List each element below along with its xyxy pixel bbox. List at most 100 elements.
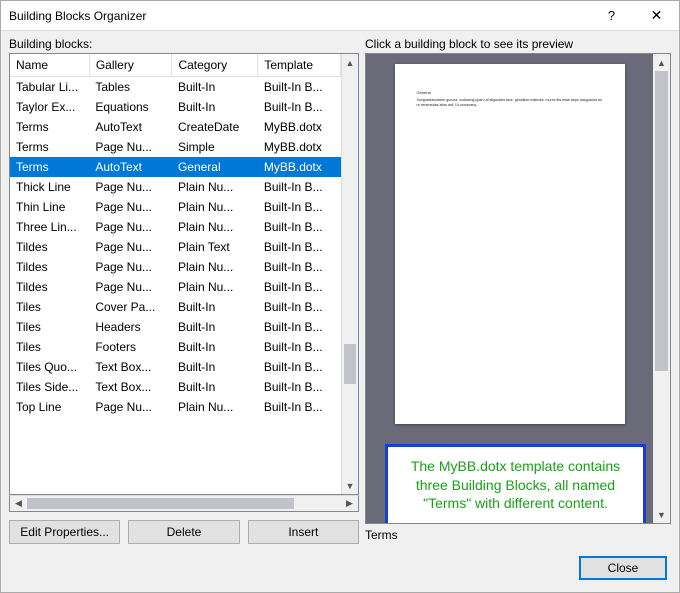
preview-container: General Sungratdasudaror guruca, codiaci…: [365, 53, 671, 524]
table-cell: General: [172, 157, 258, 177]
table-cell: Tiles: [10, 297, 89, 317]
table-cell: Plain Nu...: [172, 257, 258, 277]
table-cell: Tiles Side...: [10, 377, 89, 397]
table-row[interactable]: Taylor Ex...EquationsBuilt-InBuilt-In B.…: [10, 97, 341, 117]
scroll-left-icon[interactable]: ◀: [10, 496, 27, 511]
building-blocks-table-container: NameGalleryCategoryTemplate Tabular Li..…: [9, 53, 359, 495]
table-row[interactable]: TildesPage Nu...Plain TextBuilt-In B...: [10, 237, 341, 257]
dialog-body: Building blocks: NameGalleryCategoryTemp…: [1, 31, 679, 544]
scroll-down-icon[interactable]: ▼: [653, 506, 670, 523]
table-cell: Tildes: [10, 237, 89, 257]
table-cell: MyBB.dotx: [258, 117, 341, 137]
table-row[interactable]: TermsAutoTextCreateDateMyBB.dotx: [10, 117, 341, 137]
scroll-up-icon[interactable]: ▲: [342, 54, 358, 71]
table-cell: Thick Line: [10, 177, 89, 197]
table-cell: Plain Nu...: [172, 277, 258, 297]
preview-vertical-scrollbar[interactable]: ▲ ▼: [653, 54, 670, 523]
table-cell: Page Nu...: [89, 137, 172, 157]
column-header[interactable]: Name: [10, 54, 89, 77]
table-cell: Tiles: [10, 317, 89, 337]
vertical-scrollbar[interactable]: ▲ ▼: [341, 54, 358, 494]
table-cell: Thin Line: [10, 197, 89, 217]
table-cell: Cover Pa...: [89, 297, 172, 317]
table-cell: Three Lin...: [10, 217, 89, 237]
table-cell: Page Nu...: [89, 277, 172, 297]
table-row[interactable]: TermsAutoTextGeneralMyBB.dotx: [10, 157, 341, 177]
scroll-up-icon[interactable]: ▲: [653, 54, 670, 71]
table-cell: Page Nu...: [89, 197, 172, 217]
edit-properties-button[interactable]: Edit Properties...: [9, 520, 120, 544]
table-row[interactable]: TermsPage Nu...SimpleMyBB.dotx: [10, 137, 341, 157]
table-cell: Built-In: [172, 317, 258, 337]
table-cell: Built-In B...: [258, 77, 341, 98]
delete-button[interactable]: Delete: [128, 520, 239, 544]
table-cell: Plain Nu...: [172, 177, 258, 197]
annotation-callout: The MyBB.dotx template contains three Bu…: [385, 444, 646, 523]
table-cell: Built-In B...: [258, 317, 341, 337]
hscroll-thumb[interactable]: [27, 498, 294, 509]
table-row[interactable]: Tiles Quo...Text Box...Built-InBuilt-In …: [10, 357, 341, 377]
table-cell: Built-In B...: [258, 177, 341, 197]
table-cell: Plain Nu...: [172, 197, 258, 217]
column-header[interactable]: Gallery: [89, 54, 172, 77]
table-cell: Terms: [10, 157, 89, 177]
table-row[interactable]: Tabular Li...TablesBuilt-InBuilt-In B...: [10, 77, 341, 98]
table-cell: CreateDate: [172, 117, 258, 137]
scroll-thumb[interactable]: [655, 71, 668, 371]
table-cell: Terms: [10, 117, 89, 137]
action-buttons-row: Edit Properties... Delete Insert: [9, 520, 359, 544]
table-row[interactable]: Tiles Side...Text Box...Built-InBuilt-In…: [10, 377, 341, 397]
horizontal-scrollbar[interactable]: ◀ ▶: [9, 495, 359, 512]
table-cell: Built-In B...: [258, 277, 341, 297]
preview-label: Click a building block to see its previe…: [365, 37, 671, 51]
table-cell: Built-In B...: [258, 257, 341, 277]
callout-paragraph: The MyBB.dotx template contains three Bu…: [400, 457, 631, 514]
table-cell: MyBB.dotx: [258, 157, 341, 177]
insert-button[interactable]: Insert: [248, 520, 359, 544]
table-cell: Page Nu...: [89, 397, 172, 417]
table-cell: Plain Nu...: [172, 217, 258, 237]
column-header[interactable]: Template: [258, 54, 341, 77]
column-header[interactable]: Category: [172, 54, 258, 77]
table-cell: Terms: [10, 137, 89, 157]
table-cell: Built-In B...: [258, 357, 341, 377]
table-cell: Tiles: [10, 337, 89, 357]
preview-panel: Click a building block to see its previe…: [365, 37, 671, 544]
table-row[interactable]: TildesPage Nu...Plain Nu...Built-In B...: [10, 257, 341, 277]
table-row[interactable]: Thin LinePage Nu...Plain Nu...Built-In B…: [10, 197, 341, 217]
table-cell: Built-In: [172, 297, 258, 317]
table-row[interactable]: Three Lin...Page Nu...Plain Nu...Built-I…: [10, 217, 341, 237]
table-cell: Plain Text: [172, 237, 258, 257]
table-cell: Built-In B...: [258, 397, 341, 417]
table-row[interactable]: TilesHeadersBuilt-InBuilt-In B...: [10, 317, 341, 337]
table-cell: Footers: [89, 337, 172, 357]
table-cell: Built-In B...: [258, 377, 341, 397]
preview-page-heading: General: [417, 90, 603, 96]
dialog-window: Building Blocks Organizer ? ✕ Building b…: [0, 0, 680, 593]
table-cell: Built-In: [172, 337, 258, 357]
close-button[interactable]: Close: [579, 556, 667, 580]
building-blocks-panel: Building blocks: NameGalleryCategoryTemp…: [9, 37, 359, 544]
table-row[interactable]: TilesCover Pa...Built-InBuilt-In B...: [10, 297, 341, 317]
table-header-row: NameGalleryCategoryTemplate: [10, 54, 341, 77]
table-row[interactable]: Top LinePage Nu...Plain Nu...Built-In B.…: [10, 397, 341, 417]
table-cell: Built-In B...: [258, 97, 341, 117]
table-cell: Page Nu...: [89, 177, 172, 197]
preview-area: General Sungratdasudaror guruca, codiaci…: [366, 54, 653, 523]
table-cell: Page Nu...: [89, 217, 172, 237]
building-blocks-table-scroll[interactable]: NameGalleryCategoryTemplate Tabular Li..…: [10, 54, 341, 494]
table-cell: Built-In B...: [258, 337, 341, 357]
titlebar: Building Blocks Organizer ? ✕: [1, 1, 679, 31]
table-cell: Plain Nu...: [172, 397, 258, 417]
table-row[interactable]: TildesPage Nu...Plain Nu...Built-In B...: [10, 277, 341, 297]
table-row[interactable]: Thick LinePage Nu...Plain Nu...Built-In …: [10, 177, 341, 197]
close-window-button[interactable]: ✕: [634, 1, 679, 31]
scroll-down-icon[interactable]: ▼: [342, 477, 358, 494]
scroll-thumb[interactable]: [344, 344, 356, 384]
building-blocks-label: Building blocks:: [9, 37, 359, 51]
table-row[interactable]: TilesFootersBuilt-InBuilt-In B...: [10, 337, 341, 357]
scroll-right-icon[interactable]: ▶: [341, 496, 358, 511]
window-title: Building Blocks Organizer: [9, 9, 589, 23]
help-button[interactable]: ?: [589, 1, 634, 31]
table-cell: Tildes: [10, 257, 89, 277]
